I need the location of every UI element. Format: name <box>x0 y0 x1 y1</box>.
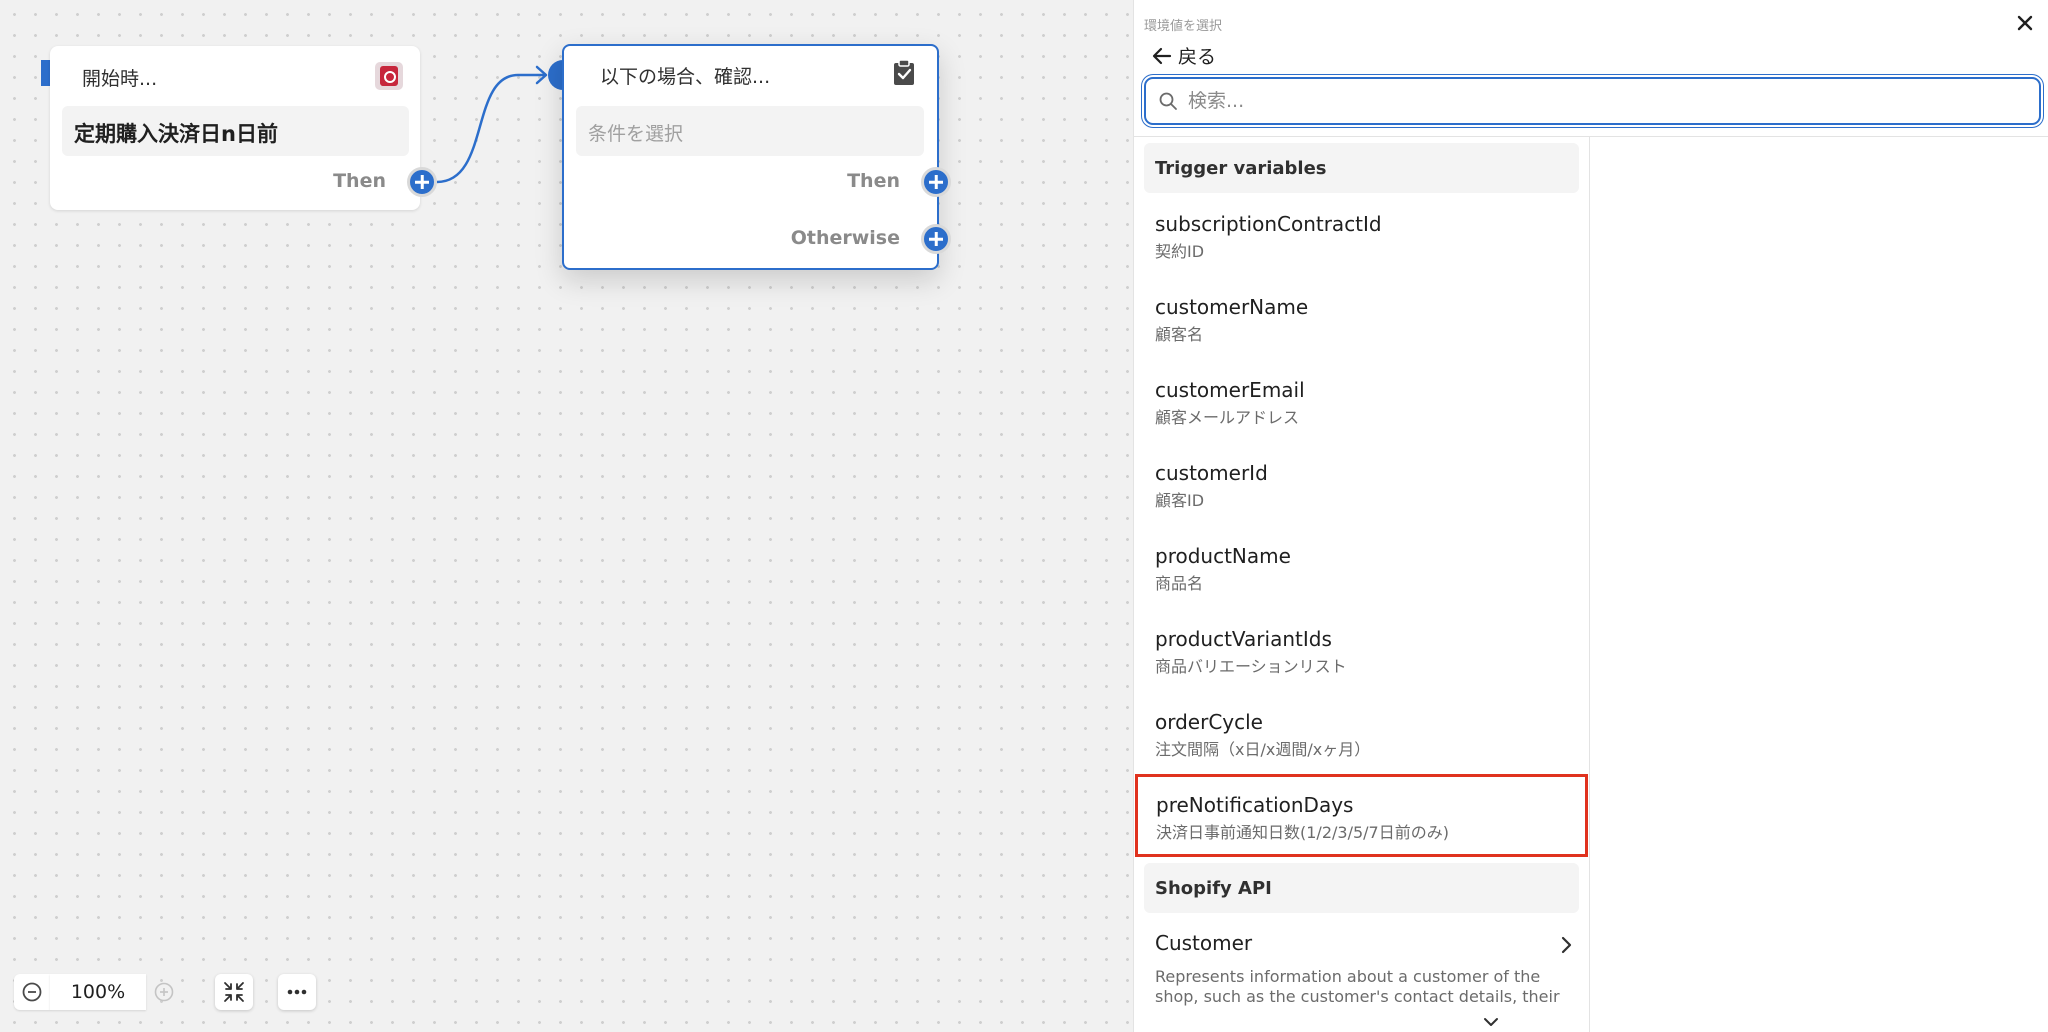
variable-name: customerName <box>1155 295 1309 319</box>
variable-description: 決済日事前通知日数(1/2/3/5/7日前のみ) <box>1156 823 1449 842</box>
zoom-out-button[interactable] <box>14 974 50 1010</box>
variable-item-customerEmail[interactable]: customerEmail 顧客メールアドレス <box>1134 359 1589 442</box>
condition-node[interactable]: 以下の場合、確認... 条件を選択 Then Otherwise <box>562 44 939 270</box>
variable-item-productVariantIds[interactable]: productVariantIds 商品バリエーションリスト <box>1134 608 1589 691</box>
trigger-event-label[interactable]: 定期購入決済日n日前 <box>62 106 409 156</box>
trigger-then-label: Then <box>333 170 386 192</box>
trigger-then-add-button[interactable] <box>407 167 437 197</box>
zoom-level[interactable]: 100% <box>50 974 146 1010</box>
variable-description: 顧客名 <box>1155 325 1204 344</box>
close-icon <box>2017 15 2033 31</box>
api-item-name: Customer <box>1155 931 1253 955</box>
condition-node-header: 以下の場合、確認... <box>600 66 771 88</box>
variable-item-customerId[interactable]: customerId 顧客ID <box>1134 442 1589 525</box>
variable-name: customerId <box>1155 461 1268 485</box>
search-input[interactable] <box>1188 90 2008 112</box>
ellipsis-icon <box>287 989 307 995</box>
search-field[interactable] <box>1144 77 2041 125</box>
clipboard-check-icon <box>894 59 914 85</box>
more-actions-button[interactable] <box>278 974 316 1010</box>
variable-item-customerName[interactable]: customerName 顧客名 <box>1134 276 1589 359</box>
variable-name: customerEmail <box>1155 378 1305 402</box>
zoom-controls: 100% <box>14 974 202 1010</box>
variable-item-orderCycle[interactable]: orderCycle 注文間隔（x日/x週間/xヶ月） <box>1134 691 1589 774</box>
variable-description: 顧客ID <box>1155 491 1205 510</box>
shopify-bag-icon <box>375 62 403 90</box>
plus-circle-icon <box>154 982 174 1002</box>
variable-name: productVariantIds <box>1155 627 1332 651</box>
chevron-down-icon[interactable] <box>1482 1016 1500 1028</box>
variable-description: 商品バリエーションリスト <box>1155 657 1347 676</box>
fit-view-button[interactable] <box>215 974 253 1010</box>
variable-description: 注文間隔（x日/x週間/xヶ月） <box>1155 740 1371 759</box>
variable-description: 顧客メールアドレス <box>1155 408 1300 427</box>
condition-select-field[interactable]: 条件を選択 <box>576 106 924 156</box>
variable-description: 商品名 <box>1155 574 1204 593</box>
zoom-in-button[interactable] <box>146 974 182 1010</box>
trigger-node[interactable]: 開始時... 定期購入決済日n日前 Then <box>50 46 420 210</box>
variable-name: subscriptionContractId <box>1155 212 1382 236</box>
condition-otherwise-add-button[interactable] <box>921 224 951 254</box>
condition-then-label: Then <box>847 170 900 192</box>
trigger-variables-header: Trigger variables <box>1144 143 1579 193</box>
workflow-canvas[interactable]: 開始時... 定期購入決済日n日前 Then 以下の場合、確認... 条件を選択… <box>0 0 1134 1032</box>
condition-then-add-button[interactable] <box>921 167 951 197</box>
back-label: 戻る <box>1178 46 1217 68</box>
collapse-arrows-icon <box>224 982 244 1002</box>
back-button[interactable]: 戻る <box>1152 42 1216 69</box>
variable-item-productName[interactable]: productName 商品名 <box>1134 525 1589 608</box>
connection-then-to-condition <box>436 73 545 184</box>
variable-list[interactable]: Trigger variables subscriptionContractId… <box>1134 137 1590 1032</box>
variable-description: 契約ID <box>1155 242 1205 261</box>
search-icon <box>1159 92 1177 110</box>
variable-name: preNotificationDays <box>1156 793 1354 817</box>
variable-name: orderCycle <box>1155 710 1263 734</box>
panel-title: 環境値を選択 <box>1144 19 1223 34</box>
close-button[interactable] <box>2014 12 2036 34</box>
shopify-api-header: Shopify API <box>1144 863 1579 913</box>
minus-circle-icon <box>22 982 42 1002</box>
condition-otherwise-label: Otherwise <box>790 227 900 249</box>
arrow-left-icon <box>1152 47 1172 64</box>
trigger-node-header: 開始時... <box>82 68 158 90</box>
chevron-right-icon <box>1561 936 1572 954</box>
api-item-description: Represents information about a customer … <box>1155 967 1560 1006</box>
variable-item-subscriptionContractId[interactable]: subscriptionContractId 契約ID <box>1134 193 1589 276</box>
variable-name: productName <box>1155 544 1291 568</box>
api-item-customer[interactable]: Customer Represents information about a … <box>1134 913 1589 1032</box>
variable-item-preNotificationDays[interactable]: preNotificationDays 決済日事前通知日数(1/2/3/5/7日… <box>1135 774 1588 857</box>
variable-picker-panel: 環境値を選択 戻る Trigger variables subscription… <box>1133 0 2048 1032</box>
